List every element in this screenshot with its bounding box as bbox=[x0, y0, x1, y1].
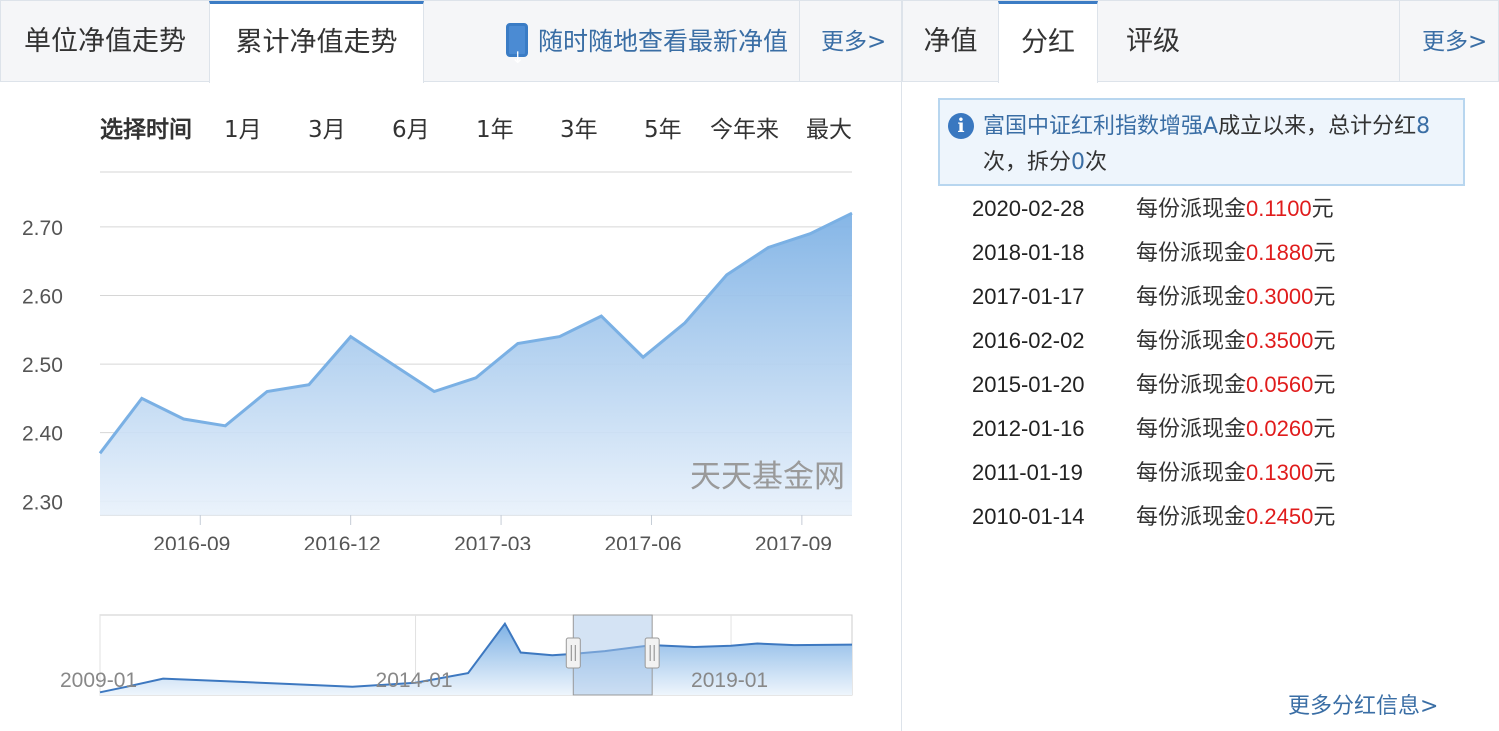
dividend-summary: i 富国中证红利指数增强A成立以来，总计分红8次，拆分0次 bbox=[938, 98, 1465, 186]
more-link[interactable]: 更多> bbox=[821, 1, 886, 82]
tab-cumulative-nav[interactable]: 累计净值走势 bbox=[209, 1, 424, 83]
chart-tabbar: 单位净值走势 累计净值走势 随时随地查看最新净值 更多> bbox=[0, 0, 902, 99]
list-item: 2010-01-14 每份派现金0.2450元 bbox=[972, 504, 1336, 530]
dividend-count: 8 bbox=[1416, 114, 1431, 139]
cumulative-nav-chart[interactable]: 2.30 2.40 2.50 2.60 2.70 2016-09 2016-12 2017-… bbox=[0, 160, 902, 550]
x-tick-label: 2016-09 bbox=[153, 533, 230, 550]
navigator-tick-label: 2014-01 bbox=[376, 669, 453, 692]
y-tick-label: 2.40 bbox=[22, 423, 63, 446]
x-tick-label: 2017-09 bbox=[755, 533, 832, 550]
mobile-promo-link[interactable]: 随时随地查看最新净值 bbox=[506, 1, 789, 99]
y-tick-label: 2.50 bbox=[22, 354, 63, 377]
range-navigator[interactable]: 2009-01 2014-01 2019-01 bbox=[0, 600, 902, 710]
list-item: 2018-01-18 每份派现金0.1880元 bbox=[972, 240, 1336, 266]
x-tick-label: 2017-03 bbox=[454, 533, 531, 550]
dividend-panel: 净值 分红 评级 更多> i 富国中证红利指数增强A成立以来，总计分红8次，拆分… bbox=[902, 0, 1499, 731]
range-6m[interactable]: 6月 bbox=[392, 110, 430, 144]
y-tick-label: 2.30 bbox=[22, 491, 63, 514]
split-count: 0 bbox=[1071, 150, 1086, 175]
promo-text: 随时随地查看最新净值 bbox=[538, 27, 789, 56]
range-1y[interactable]: 1年 bbox=[476, 110, 514, 144]
tab-unit-nav[interactable]: 单位净值走势 bbox=[1, 1, 209, 82]
watermark: 天天基金网 bbox=[690, 459, 845, 495]
dividend-tabbar: 净值 分红 评级 更多> bbox=[902, 0, 1499, 83]
navigator-tick-label: 2019-01 bbox=[691, 669, 768, 692]
range-3m[interactable]: 3月 bbox=[308, 110, 346, 144]
x-tick-label: 2017-06 bbox=[604, 533, 681, 550]
range-ytd[interactable]: 今年来 bbox=[710, 110, 779, 144]
range-1m[interactable]: 1月 bbox=[224, 110, 262, 144]
tab-rating[interactable]: 评级 bbox=[1098, 1, 1208, 82]
list-item: 2020-02-28 每份派现金0.1100元 bbox=[972, 196, 1334, 222]
tab-dividend[interactable]: 分红 bbox=[998, 1, 1098, 83]
navigator-tick-label: 2009-01 bbox=[60, 669, 137, 692]
navigator-handle-left[interactable] bbox=[565, 637, 581, 669]
list-item: 2011-01-19 每份派现金0.1300元 bbox=[972, 460, 1336, 486]
list-item: 2017-01-17 每份派现金0.3000元 bbox=[972, 284, 1336, 310]
range-label: 选择时间 bbox=[100, 117, 192, 143]
range-3y[interactable]: 3年 bbox=[560, 110, 598, 144]
list-item: 2015-01-20 每份派现金0.0560元 bbox=[972, 372, 1336, 398]
fund-name-link[interactable]: 富国中证红利指数增强A bbox=[983, 114, 1218, 139]
list-item: 2012-01-16 每份派现金0.0260元 bbox=[972, 416, 1336, 442]
list-item: 2016-02-02 每份派现金0.3500元 bbox=[972, 328, 1336, 354]
more-dividends-link[interactable]: 更多分红信息> bbox=[1288, 688, 1438, 720]
y-tick-label: 2.60 bbox=[22, 285, 63, 308]
time-range-selector: 选择时间 1月 3月 6月 1年 3年 5年 今年来 最大 bbox=[0, 110, 902, 143]
info-icon: i bbox=[948, 113, 974, 139]
range-max[interactable]: 最大 bbox=[806, 110, 852, 144]
range-5y[interactable]: 5年 bbox=[644, 110, 682, 144]
phone-icon bbox=[506, 17, 528, 99]
dividend-list: 2020-02-28 每份派现金0.1100元 2018-01-18 每份派现金0.… bbox=[972, 195, 1432, 547]
navigator-handle-right[interactable] bbox=[644, 637, 660, 669]
right-more-link[interactable]: 更多> bbox=[1422, 1, 1487, 82]
tab-nav[interactable]: 净值 bbox=[903, 1, 998, 82]
x-tick-label: 2016-12 bbox=[304, 533, 381, 550]
nav-chart-panel: 单位净值走势 累计净值走势 随时随地查看最新净值 更多> 选择时间 1月 3月 … bbox=[0, 0, 902, 731]
navigator-selection[interactable] bbox=[572, 614, 653, 696]
y-tick-label: 2.70 bbox=[22, 217, 63, 240]
